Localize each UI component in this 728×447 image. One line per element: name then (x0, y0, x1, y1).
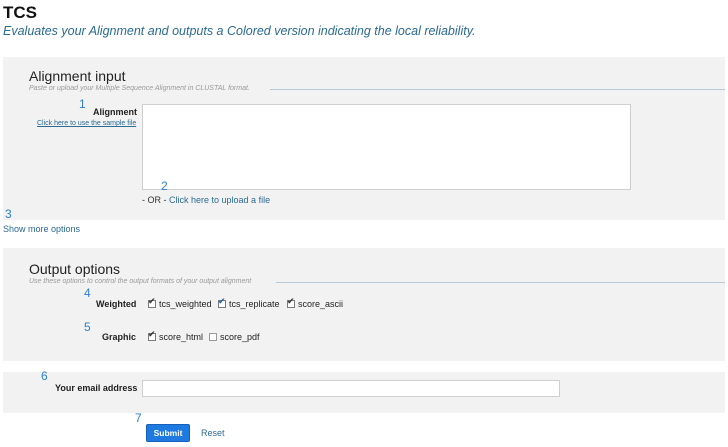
score-ascii-checkbox[interactable] (287, 297, 295, 308)
email-input[interactable] (142, 380, 560, 397)
upload-row: - OR - Click here to upload a file (142, 195, 270, 205)
score-html-checkbox[interactable] (148, 330, 156, 341)
alignment-input-description: Paste or upload your Multiple Sequence A… (29, 85, 250, 92)
or-text: - OR - (142, 195, 167, 205)
callout-6: 6 (41, 369, 48, 383)
tcs-replicate-checkbox[interactable] (218, 297, 226, 308)
callout-4: 4 (84, 286, 91, 300)
callout-7: 7 (135, 411, 142, 425)
score-html-label: score_html (159, 332, 204, 342)
output-options-divider (276, 282, 725, 283)
callout-3: 3 (5, 207, 12, 221)
tcs-replicate-label: tcs_replicate (229, 299, 280, 309)
callout-1: 1 (79, 97, 86, 111)
tcs-weighted-checkbox[interactable] (148, 297, 156, 308)
email-label: Your email address (55, 383, 138, 393)
submit-button[interactable]: Submit (146, 424, 190, 442)
score-pdf-label: score_pdf (220, 332, 260, 342)
alignment-label: Alignment (93, 107, 137, 117)
output-options-title: Output options (29, 261, 121, 277)
alignment-textarea[interactable] (142, 104, 631, 190)
callout-2: 2 (161, 179, 168, 193)
score-pdf-checkbox[interactable] (209, 333, 217, 341)
upload-file-link[interactable]: Click here to upload a file (169, 195, 270, 205)
tcs-weighted-label: tcs_weighted (159, 299, 212, 309)
show-more-options-link[interactable]: Show more options (3, 224, 80, 234)
sample-file-link[interactable]: Click here to use the sample file (37, 120, 136, 127)
weighted-label: Weighted (96, 299, 137, 309)
callout-5: 5 (84, 320, 91, 334)
page-title: TCS (3, 3, 37, 22)
score-ascii-label: score_ascii (298, 299, 344, 309)
alignment-input-title: Alignment input (29, 68, 126, 84)
reset-link[interactable]: Reset (201, 428, 225, 438)
alignment-input-divider (270, 89, 725, 90)
graphic-label: Graphic (102, 332, 137, 342)
page-subtitle: Evaluates your Alignment and outputs a C… (3, 24, 476, 38)
output-options-description: Use these options to control the output … (29, 278, 252, 285)
